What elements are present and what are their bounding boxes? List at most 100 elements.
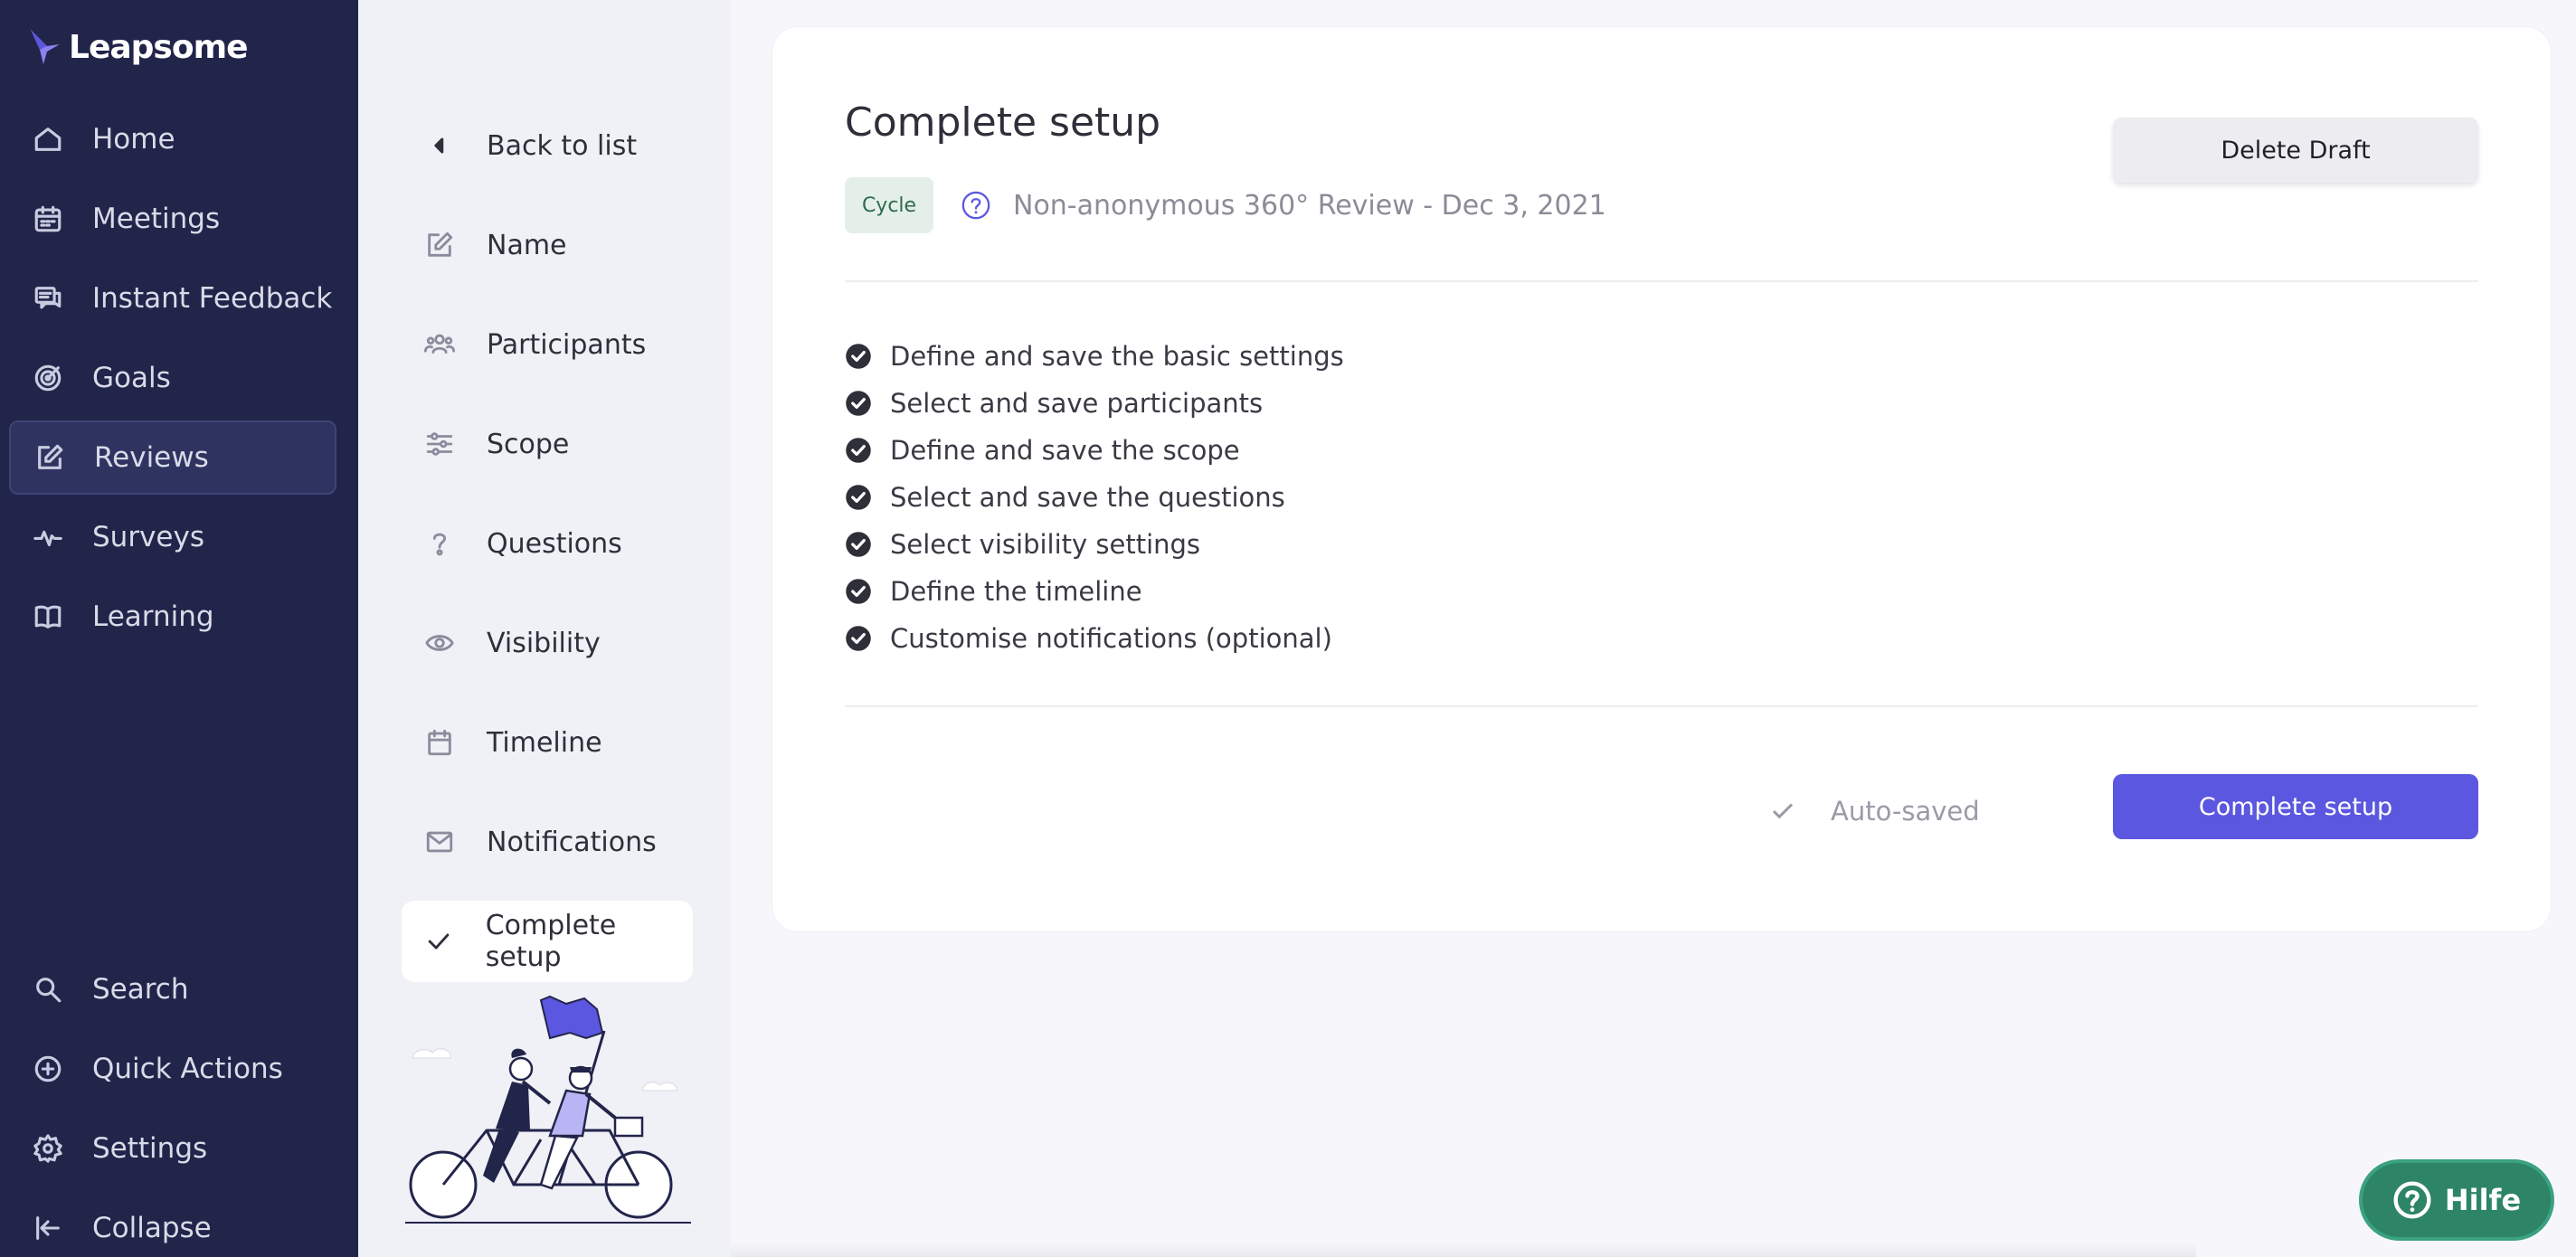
nav-item-goals[interactable]: Goals bbox=[9, 341, 336, 415]
help-label: Hilfe bbox=[2444, 1183, 2522, 1217]
check-circle-icon bbox=[845, 578, 872, 605]
leapsome-logo[interactable]: Leapsome bbox=[27, 24, 249, 71]
pulse-icon bbox=[31, 520, 65, 554]
cycle-info: Non-anonymous 360° Review - Dec 3, 2021 bbox=[961, 183, 1606, 228]
brand-name: Leapsome bbox=[69, 28, 249, 66]
checklist-item-label: Define and save the basic settings bbox=[890, 341, 1344, 372]
check-circle-icon bbox=[845, 625, 872, 652]
check-circle-icon bbox=[845, 437, 872, 464]
step-label: Visibility bbox=[487, 627, 601, 659]
step-label: Timeline bbox=[487, 726, 602, 759]
edit-icon bbox=[423, 229, 456, 261]
nav-item-surveys[interactable]: Surveys bbox=[9, 500, 336, 574]
complete-setup-button[interactable]: Complete setup bbox=[2113, 774, 2478, 839]
mail-icon bbox=[423, 826, 456, 858]
nav-item-home[interactable]: Home bbox=[9, 102, 336, 176]
target-icon bbox=[31, 361, 65, 395]
checklist-item-label: Select and save participants bbox=[890, 388, 1264, 419]
page-title: Complete setup bbox=[845, 99, 1161, 146]
check-circle-icon bbox=[845, 343, 872, 370]
nav-item-instant-feedback[interactable]: Instant Feedback bbox=[9, 261, 336, 336]
people-icon bbox=[423, 328, 456, 361]
plus-circle-icon bbox=[31, 1052, 65, 1086]
help-button[interactable]: Hilfe bbox=[2359, 1159, 2554, 1241]
home-icon bbox=[31, 122, 65, 156]
step-notifications[interactable]: Notifications bbox=[402, 801, 693, 883]
step-label: Participants bbox=[487, 328, 647, 361]
nav-item-meetings[interactable]: Meetings bbox=[9, 182, 336, 256]
setup-checklist: Define and save the basic settings Selec… bbox=[845, 333, 1344, 662]
nav-item-learning[interactable]: Learning bbox=[9, 580, 336, 654]
divider bbox=[845, 705, 2478, 707]
nav-item-label: Home bbox=[92, 123, 175, 156]
checklist-item: Select and save the questions bbox=[845, 474, 1344, 521]
nav-item-label: Collapse bbox=[92, 1212, 212, 1244]
nav-item-label: Learning bbox=[92, 600, 214, 633]
step-timeline[interactable]: Timeline bbox=[402, 702, 693, 783]
search-icon bbox=[31, 972, 65, 1007]
nav-item-reviews[interactable]: Reviews bbox=[9, 421, 336, 495]
nav-item-label: Reviews bbox=[94, 441, 209, 474]
step-label: Scope bbox=[487, 428, 570, 460]
step-visibility[interactable]: Visibility bbox=[402, 602, 693, 684]
check-icon bbox=[1772, 803, 1794, 819]
checklist-item: Define the timeline bbox=[845, 568, 1344, 615]
delete-draft-button[interactable]: Delete Draft bbox=[2113, 118, 2478, 183]
check-circle-icon bbox=[845, 531, 872, 558]
step-scope[interactable]: Scope bbox=[402, 403, 693, 485]
nav-item-label: Search bbox=[92, 973, 189, 1006]
bird-logo-icon bbox=[31, 30, 60, 64]
checklist-item-label: Select and save the questions bbox=[890, 482, 1285, 513]
step-complete-setup[interactable]: Complete setup bbox=[402, 901, 693, 982]
back-to-list-link[interactable]: Back to list bbox=[402, 105, 693, 186]
tandem-bicycle-illustration bbox=[405, 995, 691, 1224]
calendar-icon bbox=[423, 726, 456, 759]
check-icon bbox=[423, 925, 455, 958]
nav-item-settings[interactable]: Settings bbox=[9, 1111, 336, 1186]
step-label: Questions bbox=[487, 527, 622, 560]
checklist-item: Define and save the basic settings bbox=[845, 333, 1344, 380]
edit-icon bbox=[33, 440, 67, 475]
nav-item-label: Settings bbox=[92, 1132, 208, 1165]
check-circle-icon bbox=[845, 484, 872, 511]
complete-setup-card: Complete setup Cycle Non-anonymous 360° … bbox=[772, 27, 2551, 931]
checklist-item: Select visibility settings bbox=[845, 521, 1344, 568]
calendar-icon bbox=[31, 202, 65, 236]
caret-left-icon bbox=[423, 129, 456, 162]
eye-icon bbox=[423, 627, 456, 659]
step-questions[interactable]: Questions bbox=[402, 503, 693, 584]
checklist-item: Define and save the scope bbox=[845, 427, 1344, 474]
nav-item-label: Goals bbox=[92, 362, 171, 394]
step-name[interactable]: Name bbox=[402, 204, 693, 286]
book-icon bbox=[31, 600, 65, 634]
nav-item-quick-actions[interactable]: Quick Actions bbox=[9, 1032, 336, 1106]
step-participants[interactable]: Participants bbox=[402, 304, 693, 385]
checklist-item: Customise notifications (optional) bbox=[845, 615, 1344, 662]
nav-item-label: Surveys bbox=[92, 521, 204, 553]
question-icon bbox=[423, 527, 456, 560]
nav-item-search[interactable]: Search bbox=[9, 952, 336, 1026]
nav-item-collapse[interactable]: Collapse bbox=[9, 1191, 336, 1257]
checklist-item: Select and save participants bbox=[845, 380, 1344, 427]
back-to-list-label: Back to list bbox=[487, 129, 638, 162]
step-label: Complete setup bbox=[485, 910, 617, 973]
checklist-item-label: Select visibility settings bbox=[890, 529, 1201, 560]
scroll-shadow bbox=[731, 1241, 2196, 1257]
checklist-item-label: Define the timeline bbox=[890, 576, 1142, 607]
divider bbox=[845, 280, 2478, 282]
nav-item-label: Meetings bbox=[92, 203, 221, 235]
step-label: Notifications bbox=[487, 826, 657, 858]
gear-icon bbox=[31, 1131, 65, 1166]
nav-item-label: Quick Actions bbox=[92, 1053, 283, 1085]
checklist-item-label: Define and save the scope bbox=[890, 435, 1240, 466]
sliders-icon bbox=[423, 428, 456, 460]
cycle-badge: Cycle bbox=[845, 177, 933, 233]
autosave-status: Auto-saved bbox=[1769, 789, 1980, 834]
chat-icon bbox=[31, 281, 65, 316]
cycle-name: Non-anonymous 360° Review - Dec 3, 2021 bbox=[1013, 189, 1606, 222]
autosave-label: Auto-saved bbox=[1831, 796, 1980, 827]
nav-item-label: Instant Feedback bbox=[92, 282, 333, 315]
main-navigation: Leapsome Home Meetings Instant Feedback … bbox=[0, 0, 358, 1257]
setup-steps-panel: Back to list Name Participants Scope Que… bbox=[358, 0, 731, 1257]
help-circle-icon[interactable] bbox=[961, 190, 991, 221]
